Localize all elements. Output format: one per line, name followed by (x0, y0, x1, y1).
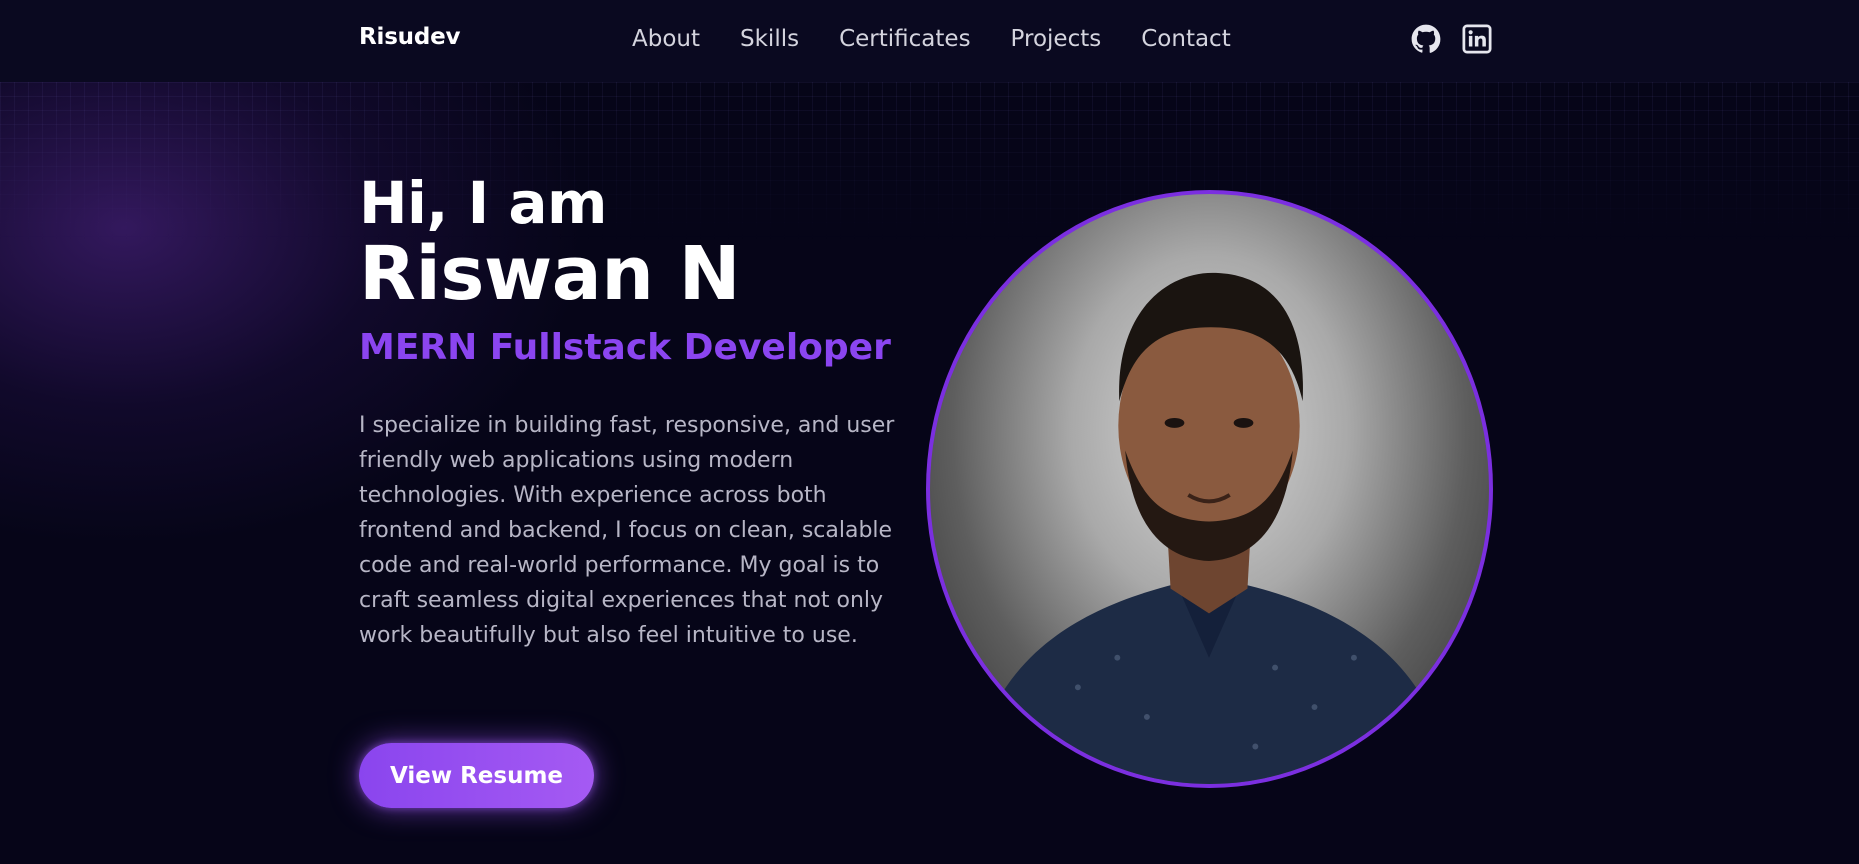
profile-portrait-illustration (969, 272, 1453, 784)
hero-description: I specialize in building fast, responsiv… (359, 413, 895, 648)
hero-role: MERN Fullstack Developer (359, 327, 891, 368)
hero-section: Hi, I am Riswan N MERN Fullstack Develop… (359, 168, 919, 653)
social-links (1411, 24, 1492, 54)
nav-skills[interactable]: Skills (740, 22, 799, 56)
nav-certificates[interactable]: Certificates (839, 22, 970, 56)
brand-logo[interactable]: Risudev (359, 24, 461, 50)
nav-about[interactable]: About (632, 22, 700, 56)
github-icon[interactable] (1411, 24, 1441, 54)
view-resume-button[interactable]: View Resume (359, 743, 594, 808)
top-navbar: Risudev About Skills Certificates Projec… (0, 0, 1859, 82)
nav-projects[interactable]: Projects (1011, 22, 1102, 56)
profile-photo (926, 190, 1493, 788)
nav-contact[interactable]: Contact (1141, 22, 1230, 56)
background-grid (0, 82, 1859, 242)
nav-menu: About Skills Certificates Projects Conta… (632, 22, 1231, 56)
linkedin-icon[interactable] (1462, 24, 1492, 54)
hero-name: Riswan N (359, 231, 741, 317)
portfolio-page: Risudev About Skills Certificates Projec… (0, 0, 1859, 864)
hero-greeting: Hi, I am (359, 169, 608, 237)
